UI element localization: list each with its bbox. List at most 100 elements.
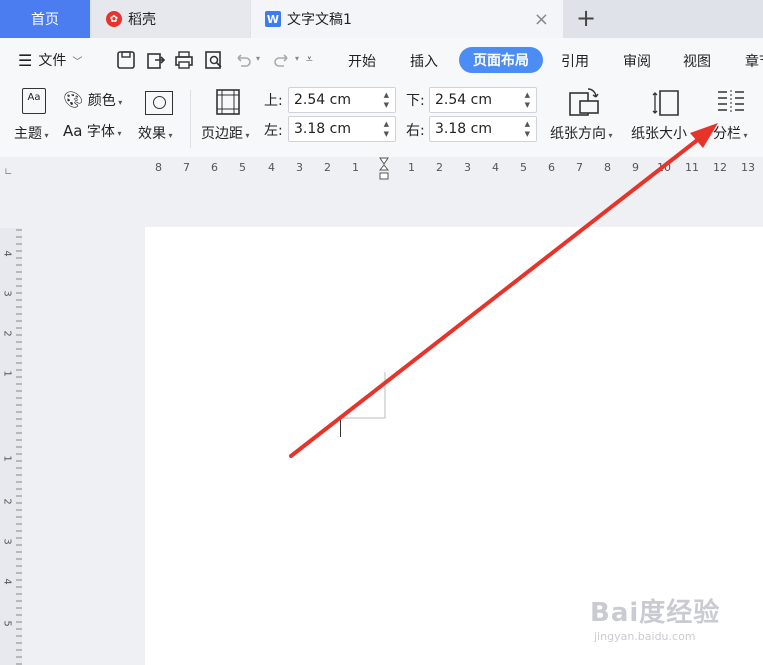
top-margin-field[interactable]: 2.54 cm ▲ ▼ (288, 87, 396, 113)
theme-label: 主题 (14, 126, 42, 142)
tab-daoke[interactable]: ✿ 稻壳 (92, 0, 250, 38)
ruler-number: 3 (1, 538, 13, 545)
ruler-number: 5 (1, 620, 13, 627)
ruler-number: 1 (1, 370, 13, 377)
ruler-number: 10 (657, 161, 671, 174)
daoke-logo-icon: ✿ (106, 11, 122, 27)
margin-corner-mark (340, 372, 386, 419)
top-margin-value: 2.54 cm (294, 92, 351, 108)
hamburger-icon: ☰ (18, 50, 33, 70)
spin-down-icon[interactable]: ▼ (384, 130, 389, 138)
horizontal-ruler[interactable]: ∟ 8 7 6 5 4 3 2 1 1 2 3 4 5 6 7 8 9 10 1… (0, 157, 763, 185)
spin-up-icon[interactable]: ▲ (384, 120, 389, 128)
size-button[interactable]: 纸张大小 (631, 123, 687, 143)
ruler-number: 3 (1, 290, 13, 297)
ruler-number: 2 (436, 161, 443, 174)
ruler-number: 5 (239, 161, 246, 174)
left-margin-field[interactable]: 3.18 cm ▲ ▼ (288, 116, 396, 142)
menu-tab-references[interactable]: 引用 (561, 51, 589, 71)
menu-tab-insert[interactable]: 插入 (410, 51, 438, 71)
ruler-number: 2 (324, 161, 331, 174)
undo-dropdown-icon[interactable]: ▾ (256, 54, 260, 63)
spin-down-icon[interactable]: ▼ (525, 101, 530, 109)
ruler-number: 4 (268, 161, 275, 174)
orientation-label: 纸张方向 (550, 126, 606, 142)
ruler-number: 4 (1, 250, 13, 257)
ruler-number: 1 (352, 161, 359, 174)
spin-down-icon[interactable]: ▼ (525, 130, 530, 138)
spin-down-icon[interactable]: ▼ (384, 101, 389, 109)
redo-icon[interactable] (272, 50, 292, 70)
effect-label: 效果 (138, 126, 166, 142)
add-tab-icon[interactable]: + (576, 6, 598, 32)
columns-label: 分栏 (713, 126, 741, 142)
ruler-number: 6 (211, 161, 218, 174)
ruler-number: 1 (1, 455, 13, 462)
save-icon[interactable] (116, 50, 136, 70)
right-margin-value: 3.18 cm (435, 121, 492, 137)
spin-up-icon[interactable]: ▲ (384, 91, 389, 99)
ruler-number: 8 (604, 161, 611, 174)
spin-up-icon[interactable]: ▲ (525, 91, 530, 99)
redo-dropdown-icon[interactable]: ▾ (295, 54, 299, 63)
watermark-brand: Bai度经验 (590, 598, 721, 628)
ruler-number: 6 (548, 161, 555, 174)
print-icon[interactable] (174, 50, 194, 70)
palette-icon: 🎨︎ (63, 90, 84, 109)
spin-up-icon[interactable]: ▲ (525, 120, 530, 128)
tab-document-label: 文字文稿1 (287, 12, 352, 28)
columns-button[interactable]: 分栏 ▾ (713, 123, 748, 143)
menu-tab-section[interactable]: 章节 (745, 51, 763, 71)
theme-icon[interactable]: Aa (22, 88, 46, 114)
watermark-url: jingyan.baidu.com (594, 630, 696, 643)
ruler-number: 4 (492, 161, 499, 174)
ruler-number: 9 (632, 161, 639, 174)
text-cursor (340, 419, 341, 437)
bottom-margin-field[interactable]: 2.54 cm ▲ ▼ (429, 87, 537, 113)
margins-icon[interactable] (215, 88, 241, 116)
menu-tab-page-layout[interactable]: 页面布局 (459, 47, 543, 73)
file-menu-label: 文件 (38, 53, 67, 69)
paper-size-icon[interactable] (651, 87, 681, 117)
right-margin-field[interactable]: 3.18 cm ▲ ▼ (429, 116, 537, 142)
color-button[interactable]: 🎨︎ 颜色 ▾ (63, 90, 122, 110)
paper-orientation-icon[interactable] (568, 87, 600, 117)
effect-button[interactable]: 效果 ▾ (138, 123, 173, 143)
bottom-margin-label: 下: (406, 93, 425, 109)
ribbon-divider (190, 90, 191, 148)
tab-stop-icon[interactable]: ∟ (4, 167, 12, 178)
ruler-number: 5 (520, 161, 527, 174)
bottom-margin-value: 2.54 cm (435, 92, 492, 108)
more-chevron-icon[interactable]: ⩡ (306, 52, 313, 67)
ruler-number: 11 (685, 161, 699, 174)
wps-writer-icon: W (265, 11, 281, 27)
ruler-number: 2 (1, 330, 13, 337)
theme-button[interactable]: 主题 ▾ (14, 123, 49, 143)
margins-button[interactable]: 页边距 ▾ (201, 123, 250, 143)
tab-home-label: 首页 (31, 12, 59, 28)
font-aa-icon: Aa (63, 122, 83, 140)
tab-home[interactable]: 首页 (0, 0, 90, 38)
ruler-number: 3 (464, 161, 471, 174)
close-icon[interactable]: × (534, 9, 549, 30)
indent-marker-icon[interactable] (378, 157, 390, 181)
file-menu-button[interactable]: ☰ 文件 ﹀ (18, 50, 82, 70)
font-button[interactable]: Aa 字体 ▾ (63, 121, 121, 141)
menu-tab-view[interactable]: 视图 (683, 51, 711, 71)
tab-document[interactable]: W 文字文稿1 × (251, 0, 563, 38)
baidu-watermark: Bai度经验 jingyan.baidu.com (590, 592, 721, 643)
orientation-button[interactable]: 纸张方向 ▾ (550, 123, 613, 143)
columns-icon[interactable] (715, 88, 747, 116)
ruler-number: 8 (155, 161, 162, 174)
chevron-down-icon: ﹀ (72, 56, 83, 68)
menu-tab-review[interactable]: 审阅 (623, 51, 651, 71)
print-preview-icon[interactable] (204, 50, 224, 70)
ruler-number: 13 (741, 161, 755, 174)
export-icon[interactable] (146, 50, 166, 70)
vertical-ruler[interactable]: 4 3 2 1 1 2 3 4 5 (0, 228, 22, 665)
effect-icon[interactable] (145, 91, 173, 115)
tab-bar: 首页 ✿ 稻壳 W 文字文稿1 × + (0, 0, 763, 38)
menu-tab-start[interactable]: 开始 (348, 51, 376, 71)
undo-icon[interactable] (233, 50, 253, 70)
size-label: 纸张大小 (631, 126, 687, 142)
